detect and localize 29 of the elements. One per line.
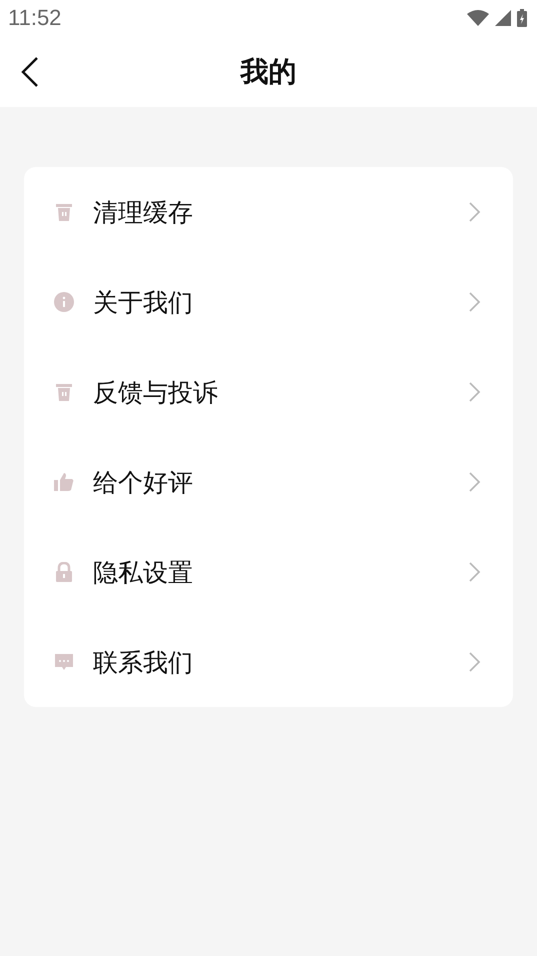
wifi-icon	[467, 10, 489, 26]
lock-icon	[54, 562, 74, 582]
trash-icon	[54, 382, 74, 402]
chevron-icon	[469, 202, 481, 222]
menu-item[interactable]: 清理缓存	[24, 167, 513, 257]
menu-label: 给个好评	[93, 466, 194, 498]
trash-icon	[54, 202, 74, 222]
menu-item[interactable]: 关于我们	[24, 257, 513, 347]
thumbs-up-icon	[54, 472, 74, 492]
battery-icon	[517, 9, 527, 27]
menu-item[interactable]: 隐私设置	[24, 527, 513, 617]
menu-item[interactable]: 联系我们	[24, 617, 513, 707]
chevron-icon	[469, 562, 481, 582]
page-title: 我的	[240, 54, 296, 90]
menu-item[interactable]: 反馈与投诉	[24, 347, 513, 437]
signal-icon	[495, 10, 511, 26]
chevron-icon	[469, 652, 481, 672]
info-icon	[54, 292, 74, 312]
status-time: 11:52	[8, 5, 62, 31]
menu-label: 联系我们	[93, 646, 194, 678]
chevron-icon	[469, 382, 481, 402]
chevron-icon	[469, 472, 481, 492]
menu-label: 清理缓存	[93, 196, 194, 228]
menu-label: 反馈与投诉	[93, 376, 219, 408]
menu-label: 隐私设置	[93, 556, 194, 588]
menu-label: 关于我们	[93, 286, 194, 318]
chevron-icon	[469, 292, 481, 312]
chat-icon	[54, 652, 74, 672]
menu-item[interactable]: 给个好评	[24, 437, 513, 527]
